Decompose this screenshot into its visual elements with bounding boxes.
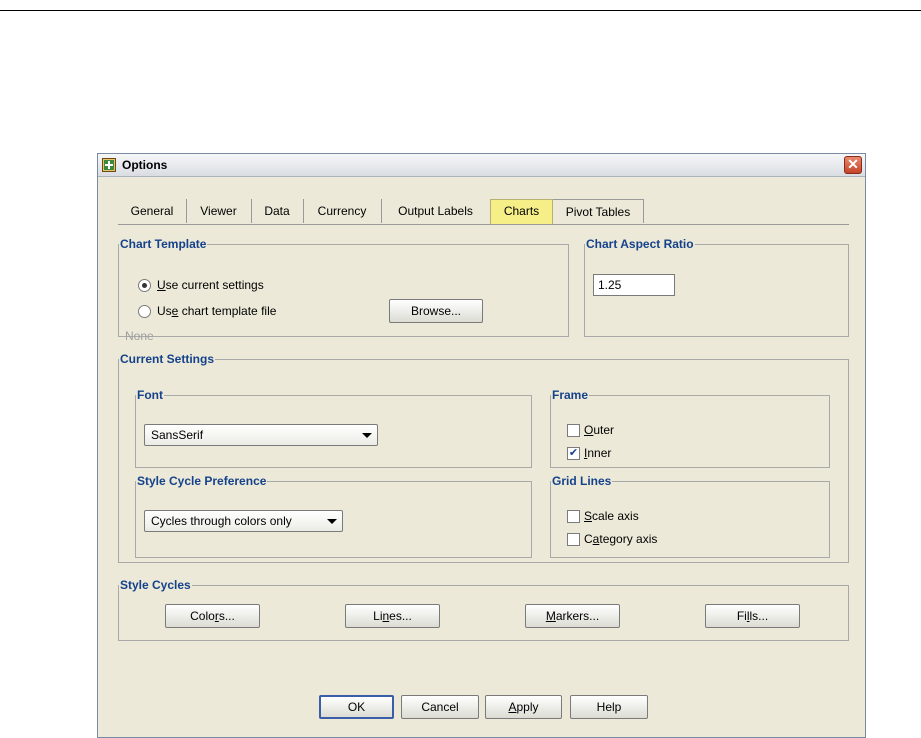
inner-checkbox[interactable]: ✔	[567, 447, 580, 460]
chevron-down-icon	[362, 433, 372, 438]
label-part: uter	[593, 423, 615, 437]
markers-button[interactable]: Markers...	[525, 604, 620, 628]
label-part: es...	[389, 609, 412, 623]
label-part: tegory axis	[599, 532, 658, 546]
template-file-value: None	[125, 329, 154, 343]
aspect-ratio-input[interactable]: 1.25	[593, 274, 675, 296]
tab-viewer[interactable]: Viewer	[186, 199, 252, 223]
tab-label: Data	[264, 204, 290, 218]
current-settings-group: Current Settings Font SansSerif Style Cy…	[118, 352, 849, 563]
use-template-file-label[interactable]: Use chart template file	[157, 304, 276, 318]
label-part: se current settings	[165, 278, 264, 292]
inner-label[interactable]: Inner	[584, 446, 611, 460]
fills-button[interactable]: Fills...	[705, 604, 800, 628]
chevron-down-icon	[327, 519, 337, 524]
tab-bar: General Viewer Data Currency Output Labe…	[118, 199, 849, 225]
label-part: Fi	[736, 609, 747, 623]
category-axis-label[interactable]: Category axis	[584, 532, 657, 546]
help-button[interactable]: Help	[570, 695, 648, 719]
label-part: Colo	[190, 609, 215, 623]
tab-label: Viewer	[200, 204, 237, 218]
apply-button[interactable]: Apply	[485, 695, 562, 719]
label-part: pply	[516, 700, 539, 714]
mnemonic: M	[545, 609, 556, 623]
outer-label[interactable]: Outer	[584, 423, 614, 437]
chart-template-group: Chart Template Use current settings Use …	[118, 237, 569, 343]
aspect-ratio-group: Chart Aspect Ratio 1.25	[584, 237, 849, 337]
current-settings-legend: Current Settings	[120, 352, 215, 366]
label-part: C	[584, 532, 593, 546]
chart-template-legend: Chart Template	[120, 237, 207, 251]
scale-axis-checkbox[interactable]	[567, 510, 580, 523]
tab-label: Pivot Tables	[565, 205, 631, 219]
radio-dot	[142, 283, 147, 288]
app-icon	[102, 158, 116, 172]
style-cycles-group: Style Cycles Colors... Lines... Markers.…	[118, 578, 849, 641]
label-part: nner	[587, 446, 612, 460]
frame-group: Frame Outer ✔ Inner	[550, 388, 830, 468]
top-rule	[0, 10, 921, 11]
tab-currency[interactable]: Currency	[303, 199, 382, 223]
label-part: arkers...	[555, 609, 600, 623]
label-part: ls...	[749, 609, 769, 623]
grid-lines-group: Grid Lines Scale axis Category axis	[550, 474, 830, 558]
tab-pivot-tables[interactable]: Pivot Tables	[553, 199, 644, 223]
cancel-button[interactable]: Cancel	[401, 695, 479, 719]
label-part: Us	[157, 304, 172, 318]
font-group: Font SansSerif	[135, 388, 532, 468]
close-icon: ✕	[847, 156, 859, 172]
browse-button[interactable]: Browse...	[389, 299, 483, 323]
dialog-title: Options	[122, 158, 168, 172]
frame-legend: Frame	[552, 388, 589, 402]
font-selected-value: SansSerif	[151, 428, 204, 442]
tab-general[interactable]: General	[118, 199, 187, 223]
font-dropdown[interactable]: SansSerif	[144, 424, 378, 446]
mnemonic: O	[584, 423, 594, 437]
outer-checkbox[interactable]	[567, 424, 580, 437]
title-bar[interactable]: Options ✕	[98, 154, 865, 177]
tab-output-labels[interactable]: Output Labels	[381, 199, 490, 223]
tab-label: Currency	[317, 204, 367, 218]
ok-button[interactable]: OK	[319, 695, 394, 719]
colors-button[interactable]: Colors...	[165, 604, 260, 628]
style-cycle-group: Style Cycle Preference Cycles through co…	[135, 474, 532, 558]
tab-data[interactable]: Data	[251, 199, 304, 223]
use-current-settings-radio[interactable]	[138, 279, 151, 292]
style-cycle-legend: Style Cycle Preference	[137, 474, 267, 488]
aspect-ratio-legend: Chart Aspect Ratio	[586, 237, 694, 251]
style-cycles-legend: Style Cycles	[120, 578, 191, 592]
mnemonic: S	[584, 509, 593, 523]
tab-label: General	[130, 204, 174, 218]
mnemonic: A	[508, 700, 517, 714]
tab-charts[interactable]: Charts	[490, 199, 553, 224]
label-part: cale axis	[592, 509, 639, 523]
grid-lines-legend: Grid Lines	[552, 474, 612, 488]
scale-axis-label[interactable]: Scale axis	[584, 509, 639, 523]
close-button[interactable]: ✕	[844, 156, 862, 174]
font-legend: Font	[137, 388, 163, 402]
category-axis-checkbox[interactable]	[567, 533, 580, 546]
use-template-file-radio[interactable]	[138, 305, 151, 318]
lines-button[interactable]: Lines...	[345, 604, 440, 628]
style-cycle-selected-value: Cycles through colors only	[151, 514, 292, 528]
label-part: s...	[218, 609, 235, 623]
mnemonic: U	[157, 278, 166, 292]
options-dialog: Options ✕ General Viewer Data Currency O…	[97, 153, 866, 738]
use-current-settings-label[interactable]: Use current settings	[157, 278, 264, 292]
tab-label: Output Labels	[398, 204, 473, 218]
label-part: chart template file	[178, 304, 277, 318]
check-icon: ✔	[568, 447, 579, 459]
tab-label: Charts	[503, 204, 540, 218]
style-cycle-dropdown[interactable]: Cycles through colors only	[144, 510, 343, 532]
